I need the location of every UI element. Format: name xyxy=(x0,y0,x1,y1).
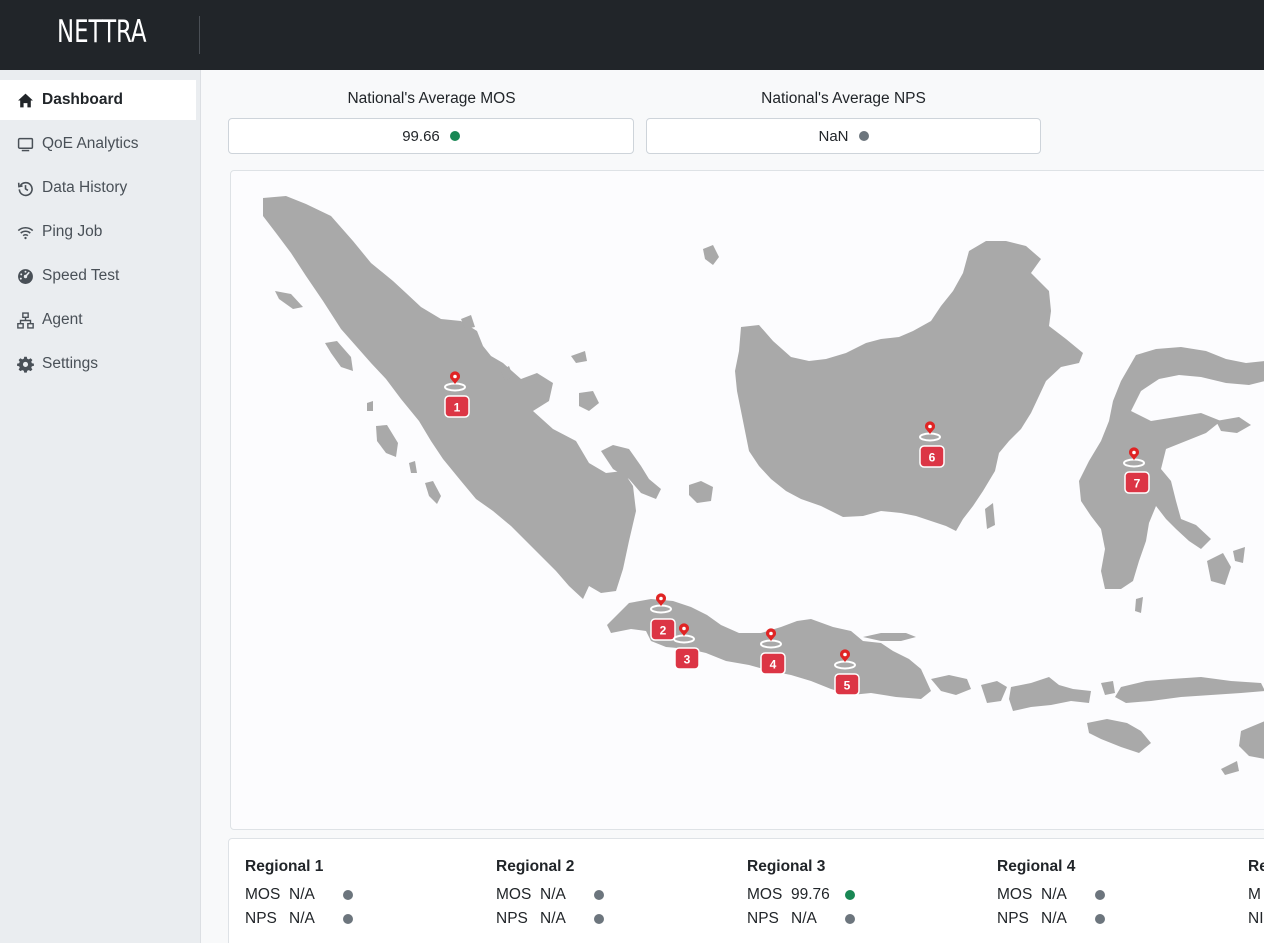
region-nps-row: NPS N/A xyxy=(245,910,353,928)
nps-status-dot xyxy=(858,131,869,141)
nps-status-dot xyxy=(845,914,855,924)
gear-icon xyxy=(16,355,34,373)
sidebar-item-label: QoE Analytics xyxy=(42,135,139,152)
nps-status-dot xyxy=(343,914,353,924)
mos-label: MOS xyxy=(747,886,783,903)
mos-kpi-value: 99.66 xyxy=(402,127,440,145)
sidebar-item-label: Settings xyxy=(42,355,99,372)
mos-label: MOS xyxy=(496,886,532,903)
nps-kpi-value: NaN xyxy=(818,127,849,145)
island-kalimantan xyxy=(735,241,1083,531)
sidebar-item-label: Speed Test xyxy=(42,267,120,284)
island-madura xyxy=(863,633,916,641)
mos-value: N/A xyxy=(1041,886,1067,903)
gauge-icon xyxy=(16,267,34,285)
mos-status-dot xyxy=(1095,890,1105,900)
navbar-divider xyxy=(199,16,200,54)
sidebar-item-label: Ping Job xyxy=(42,223,103,240)
region-mos-row: MOS N/A xyxy=(997,886,1105,904)
regional-5-summary[interactable]: Re M NI xyxy=(1248,839,1264,939)
history-icon xyxy=(16,179,34,197)
nps-label: NPS xyxy=(997,910,1029,927)
sidebar-item-label: Data History xyxy=(42,179,128,196)
region-title: Regional 1 xyxy=(245,858,324,875)
home-icon xyxy=(16,91,34,109)
region-mos-row: MOS 99.76 xyxy=(747,886,855,904)
indonesia-map[interactable]: 1 2 3 4 5 6 7 xyxy=(231,171,1264,830)
island-belitung xyxy=(689,481,713,503)
regional-summary-card: Regional 1 MOS N/A NPS N/A Regional 2 MO… xyxy=(228,838,1264,943)
island-nias xyxy=(325,341,353,371)
nps-value: N/A xyxy=(1041,910,1067,927)
region-title: Re xyxy=(1248,858,1264,875)
island-natuna xyxy=(703,245,719,265)
marker-label: 2 xyxy=(660,624,667,638)
nps-status-dot xyxy=(1095,914,1105,924)
sidebar: Dashboard QoE Analytics Data History Pin… xyxy=(0,70,201,943)
sidebar-item-label: Dashboard xyxy=(42,91,123,108)
mos-label: M xyxy=(1248,886,1261,903)
marker-label: 6 xyxy=(929,451,936,465)
island-java xyxy=(607,599,931,699)
sidebar-item-qoe-analytics[interactable]: QoE Analytics xyxy=(0,124,196,164)
island-simeulue xyxy=(275,291,303,309)
nps-kpi-box: NaN xyxy=(646,118,1041,154)
mos-value: 99.76 xyxy=(791,886,830,903)
island-sumbawa xyxy=(1009,677,1091,711)
indonesia-map-card[interactable]: 1 2 3 4 5 6 7 xyxy=(230,170,1264,830)
marker-label: 3 xyxy=(684,653,691,667)
mos-status-dot xyxy=(449,131,460,141)
region-nps-row: NI xyxy=(1248,910,1264,928)
region-title: Regional 3 xyxy=(747,858,826,875)
mos-status-dot xyxy=(845,890,855,900)
mos-status-dot xyxy=(343,890,353,900)
region-mos-row: MOS N/A xyxy=(245,886,353,904)
top-navbar: NETTRA xyxy=(0,0,1264,70)
region-mos-row: M xyxy=(1248,886,1264,904)
brand-logo[interactable]: NETTRA xyxy=(57,14,147,50)
sidebar-item-speed-test[interactable]: Speed Test xyxy=(0,256,196,296)
nps-kpi-label: National's Average NPS xyxy=(761,90,926,107)
island-siberut xyxy=(376,425,398,457)
marker-label: 4 xyxy=(770,658,777,672)
marker-label: 1 xyxy=(454,401,461,415)
sidebar-item-ping-job[interactable]: Ping Job xyxy=(0,212,196,252)
region-nps-row: NPS N/A xyxy=(997,910,1105,928)
island-sumba xyxy=(1087,719,1151,753)
mos-kpi-label: National's Average MOS xyxy=(347,90,516,107)
island-lombok xyxy=(981,681,1007,703)
network-icon xyxy=(16,311,34,329)
mos-label: MOS xyxy=(997,886,1033,903)
mos-label: MOS xyxy=(245,886,281,903)
nps-label: NI xyxy=(1248,910,1264,927)
nps-label: NPS xyxy=(747,910,779,927)
region-title: Regional 2 xyxy=(496,858,575,875)
nps-value: N/A xyxy=(791,910,817,927)
marker-label: 7 xyxy=(1134,477,1141,491)
mos-kpi-box: 99.66 xyxy=(228,118,634,154)
nps-status-dot xyxy=(594,914,604,924)
mos-value: N/A xyxy=(540,886,566,903)
sidebar-item-agent[interactable]: Agent xyxy=(0,300,196,340)
sidebar-item-label: Agent xyxy=(42,311,83,328)
region-nps-row: NPS N/A xyxy=(747,910,855,928)
sidebar-item-dashboard[interactable]: Dashboard xyxy=(0,80,196,120)
sidebar-item-data-history[interactable]: Data History xyxy=(0,168,196,208)
marker-label: 5 xyxy=(844,679,851,693)
nps-value: N/A xyxy=(540,910,566,927)
sidebar-item-settings[interactable]: Settings xyxy=(0,344,196,384)
mos-value: N/A xyxy=(289,886,315,903)
region-title: Regional 4 xyxy=(997,858,1076,875)
nps-value: N/A xyxy=(289,910,315,927)
island-flores xyxy=(1115,677,1264,703)
region-mos-row: MOS N/A xyxy=(496,886,604,904)
wifi-icon xyxy=(16,223,34,241)
mos-status-dot xyxy=(594,890,604,900)
monitor-icon xyxy=(16,135,34,153)
island-bali xyxy=(931,675,971,695)
nps-label: NPS xyxy=(496,910,528,927)
region-nps-row: NPS N/A xyxy=(496,910,604,928)
nps-label: NPS xyxy=(245,910,277,927)
